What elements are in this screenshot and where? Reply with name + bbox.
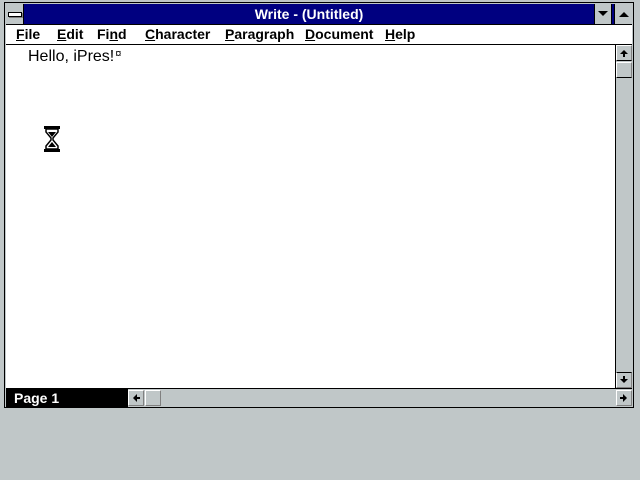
menu-paragraph[interactable]: Paragraph — [225, 25, 294, 44]
menu-bar: File Edit Find Character Paragraph Docum… — [6, 25, 632, 45]
title-bar[interactable]: Write - (Untitled) — [6, 4, 632, 25]
menu-file[interactable]: File — [16, 25, 40, 44]
menu-edit[interactable]: Edit — [57, 25, 83, 44]
vertical-scroll-thumb[interactable] — [616, 62, 632, 78]
document-body-text: Hello, iPres! — [28, 48, 115, 65]
arrow-up-icon — [620, 50, 628, 57]
scroll-down-button[interactable] — [616, 372, 632, 388]
arrow-left-icon — [133, 394, 140, 402]
maximize-button[interactable] — [614, 4, 632, 24]
page-status: Page 1 — [6, 389, 128, 407]
system-menu-button[interactable] — [6, 4, 24, 24]
system-menu-icon — [7, 11, 22, 17]
scroll-left-button[interactable] — [128, 390, 144, 406]
vertical-scrollbar[interactable] — [615, 45, 632, 388]
arrow-right-icon — [620, 394, 627, 402]
scroll-right-button[interactable] — [616, 390, 632, 406]
write-window: Write - (Untitled) File Edit Find Charac… — [4, 2, 634, 408]
maximize-arrow-icon — [618, 12, 629, 17]
arrow-down-icon — [620, 376, 628, 383]
menu-find[interactable]: Find — [97, 25, 127, 44]
end-of-document-mark: ¤ — [115, 48, 122, 60]
window-title: Write - (Untitled) — [254, 6, 364, 22]
minimize-button[interactable] — [594, 4, 612, 24]
menu-character[interactable]: Character — [145, 25, 210, 44]
document-text[interactable]: Hello, iPres!¤ — [28, 48, 121, 66]
document-area[interactable]: Hello, iPres!¤ — [6, 45, 615, 388]
menu-help[interactable]: Help — [385, 25, 415, 44]
horizontal-scroll-thumb[interactable] — [145, 390, 161, 406]
hourglass-icon — [44, 126, 60, 152]
status-and-scroll-bar: Page 1 — [6, 388, 632, 407]
scroll-up-button[interactable] — [616, 45, 632, 61]
menu-document[interactable]: Document — [305, 25, 373, 44]
minimize-arrow-icon — [598, 11, 608, 16]
